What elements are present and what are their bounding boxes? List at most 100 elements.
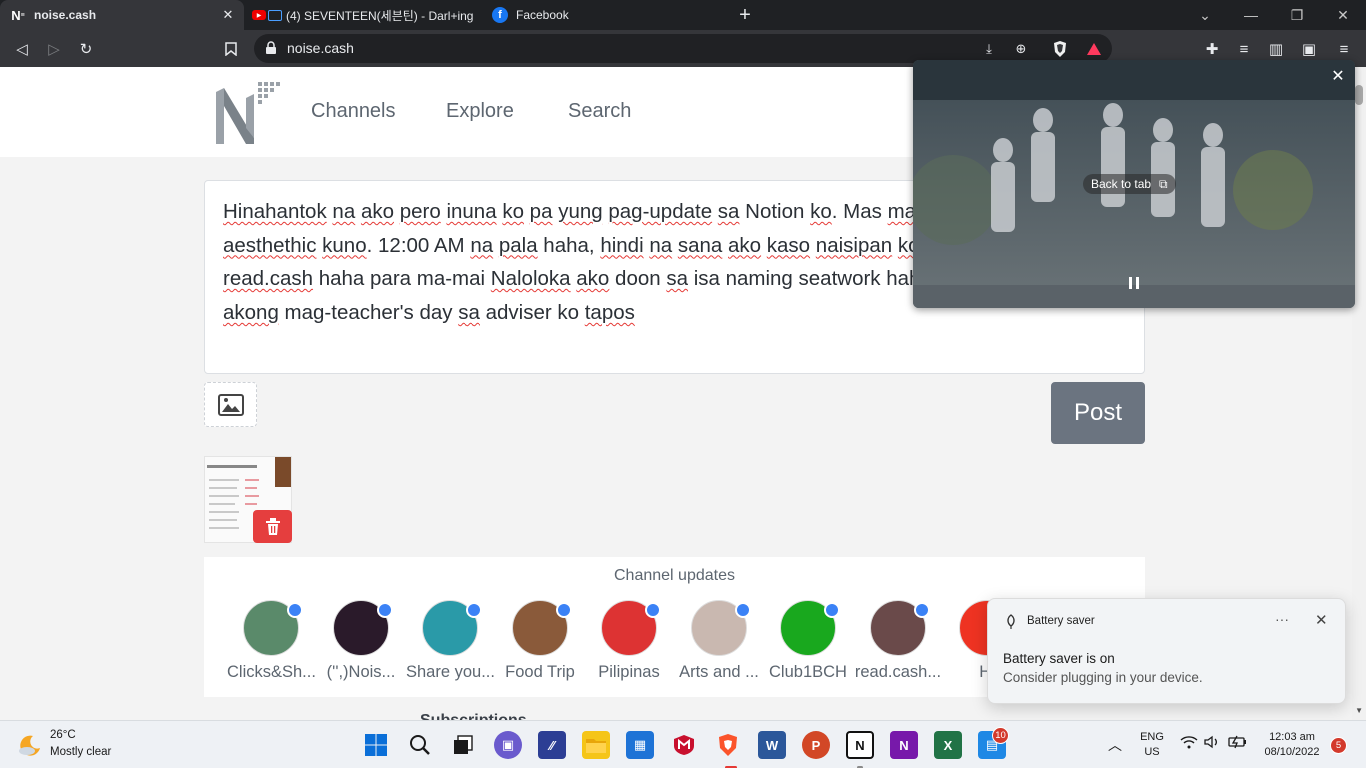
tab-facebook[interactable]: f Facebook	[482, 0, 722, 30]
file-explorer-icon[interactable]	[582, 731, 610, 759]
misspelled-word: na	[470, 233, 494, 257]
tab-close-icon[interactable]: ✕	[218, 7, 238, 23]
misspelled-word: pala	[498, 233, 538, 257]
misspelled-word: inuna	[446, 200, 497, 223]
brave-shield-icon[interactable]	[1049, 38, 1071, 60]
wifi-icon[interactable]	[1180, 735, 1198, 752]
reload-button[interactable]: ↻	[73, 36, 99, 62]
media-queue-icon[interactable]: ≡	[1231, 36, 1257, 62]
misspelled-word: hindi	[600, 233, 644, 257]
onenote-icon[interactable]: N	[890, 731, 918, 759]
more-options-icon[interactable]: ···	[1275, 611, 1289, 627]
tab-noise-cash[interactable]: N ≡ noise.cash ✕	[0, 0, 244, 30]
nav-channels[interactable]: Channels	[311, 100, 396, 123]
battery-icon[interactable]	[1228, 735, 1248, 752]
show-hidden-icons-icon[interactable]: ︿	[1108, 735, 1122, 755]
channel-name: Food Trip	[505, 663, 575, 681]
misspelled-word: ko	[502, 200, 524, 223]
channel-name: Clicks&Sh...	[227, 663, 315, 681]
text-run: haha,	[537, 233, 601, 257]
back-button[interactable]: ◁	[9, 36, 35, 62]
weather-description[interactable]: Mostly clear	[50, 746, 111, 758]
notification-app-name: Battery saver	[1027, 615, 1095, 627]
remove-image-button[interactable]	[253, 510, 292, 543]
pip-close-icon[interactable]: ✕	[1329, 66, 1347, 85]
pause-icon[interactable]	[1127, 276, 1141, 290]
notion-icon[interactable]: N	[846, 731, 874, 759]
nav-search[interactable]: Search	[568, 100, 631, 123]
brave-rewards-icon[interactable]	[1083, 38, 1105, 60]
menu-icon[interactable]: ≡	[1331, 36, 1357, 62]
forward-button[interactable]: ▷	[41, 36, 67, 62]
unread-dot	[735, 602, 751, 618]
channel-name: Arts and ...	[679, 663, 759, 681]
scrollbar-thumb[interactable]	[1355, 85, 1363, 105]
unread-dot	[377, 602, 393, 618]
volume-icon[interactable]	[1204, 735, 1220, 752]
lock-icon	[266, 41, 276, 54]
teams-chat-icon[interactable]: ▣	[494, 731, 522, 759]
word-icon[interactable]: W	[758, 731, 786, 759]
language-indicator[interactable]: ENG US	[1136, 731, 1168, 758]
sidebar-icon[interactable]: ▥	[1263, 36, 1289, 62]
weather-temperature[interactable]: 26°C	[50, 729, 76, 741]
channel-name: ('',)Nois...	[326, 663, 396, 681]
misspelled-word: na	[332, 200, 356, 223]
text-run: haha para ma-mai	[313, 267, 491, 291]
back-to-tab-button[interactable]: Back to tab ⧉	[1083, 174, 1176, 194]
misspelled-word: tapos	[584, 300, 635, 324]
misspelled-word: na	[649, 233, 673, 257]
zoom-icon[interactable]: ⊕	[1010, 38, 1032, 60]
image-icon	[217, 393, 244, 416]
clock-time: 12:03 am	[1269, 731, 1315, 743]
brave-browser-icon[interactable]	[714, 731, 742, 759]
excel-icon[interactable]: X	[934, 731, 962, 759]
notification-count-badge[interactable]: 5	[1330, 737, 1347, 754]
install-icon[interactable]: ⤓	[978, 38, 1000, 60]
wallet-icon[interactable]: ▣	[1296, 36, 1322, 62]
text-run: . 12:00 AM	[366, 233, 471, 257]
new-tab-button[interactable]: +	[734, 4, 756, 26]
unread-dot	[645, 602, 661, 618]
address-bar[interactable]: noise.cash ⤓ ⊕	[254, 34, 1112, 63]
extensions-icon[interactable]: ✚	[1199, 36, 1225, 62]
misspelled-word: pa	[529, 200, 553, 223]
close-window-button[interactable]: ✕	[1320, 0, 1366, 30]
trash-icon	[265, 517, 280, 535]
add-image-button[interactable]	[204, 382, 257, 427]
back-to-tab-label: Back to tab	[1091, 177, 1152, 191]
battery-saver-notification[interactable]: Battery saver ··· ✕ Battery saver is on …	[987, 598, 1346, 704]
unread-dot	[287, 602, 303, 618]
picture-in-picture-window[interactable]: ✕ Back to tab ⧉	[913, 60, 1355, 308]
mcafee-icon[interactable]	[670, 731, 698, 759]
nav-explore[interactable]: Explore	[446, 100, 514, 123]
search-icon[interactable]	[406, 731, 434, 759]
restore-button[interactable]: ❐	[1274, 0, 1320, 30]
task-view-icon[interactable]	[449, 731, 477, 759]
tab-search-icon[interactable]: ⌄	[1182, 0, 1228, 30]
tab-youtube[interactable]: ▶ (4) SEVENTEEN(세븐틴) - Darl+ing	[246, 0, 482, 30]
powerpoint-icon[interactable]: P	[802, 731, 830, 759]
noise-cash-logo[interactable]	[214, 78, 284, 146]
misspelled-word: pag-update	[608, 200, 713, 223]
post-button[interactable]: Post	[1051, 382, 1145, 444]
pip-indicator-icon	[268, 9, 282, 21]
misspelled-word: Hinahantok	[223, 200, 327, 223]
bookmark-icon[interactable]	[218, 36, 244, 62]
scroll-down-arrow-icon[interactable]: ▼	[1355, 706, 1363, 715]
unread-dot	[824, 602, 840, 618]
misspelled-word: kuno	[322, 233, 367, 257]
tab-title: Facebook	[516, 8, 569, 22]
teams-badge: 10	[992, 727, 1009, 744]
keyboard-region: US	[1144, 746, 1160, 758]
channel-name: Pilipinas	[598, 663, 660, 681]
microsoft-store-icon[interactable]: ▦	[626, 731, 654, 759]
pen-app-icon[interactable]: ⁄⁄	[538, 731, 566, 759]
clock[interactable]: 12:03 am 08/10/2022	[1258, 731, 1326, 758]
url-text: noise.cash	[287, 40, 354, 56]
minimize-button[interactable]: —	[1228, 0, 1274, 30]
notification-close-icon[interactable]: ✕	[1315, 611, 1328, 629]
unread-dot	[466, 602, 482, 618]
start-button[interactable]	[362, 731, 390, 759]
moon-weather-icon[interactable]	[18, 733, 42, 757]
